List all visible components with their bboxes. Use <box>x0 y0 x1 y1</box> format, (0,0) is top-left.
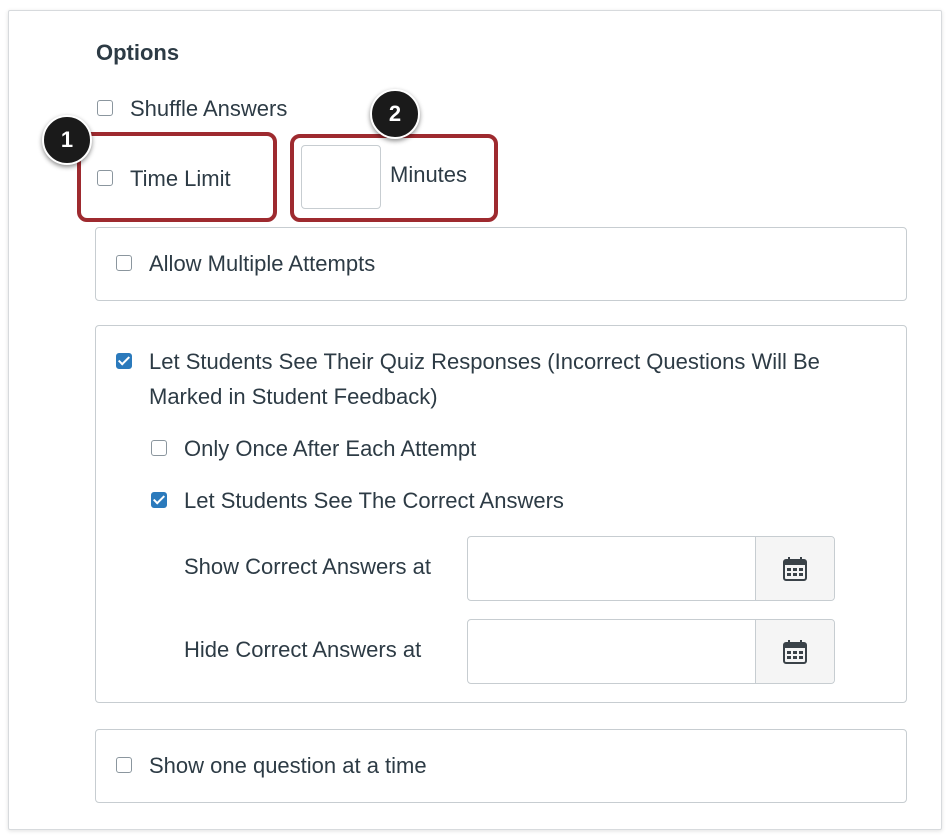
see-responses-label-line1: Let Students See Their Quiz Responses (I… <box>149 349 820 374</box>
shuffle-answers-checkbox[interactable] <box>97 100 113 116</box>
time-limit-minutes-input[interactable] <box>301 145 381 209</box>
see-correct-answers-label: Let Students See The Correct Answers <box>184 488 564 513</box>
options-heading: Options <box>96 40 180 65</box>
hide-correct-answers-date-input[interactable] <box>468 620 755 683</box>
hide-correct-answers-date-group <box>467 619 835 684</box>
allow-multiple-attempts-checkbox[interactable] <box>116 255 132 271</box>
callout-badge-2: 2 <box>370 89 420 139</box>
show-correct-calendar-button[interactable] <box>755 537 834 600</box>
one-question-checkbox[interactable] <box>116 757 132 773</box>
only-once-label: Only Once After Each Attempt <box>184 436 477 461</box>
see-correct-answers-checkbox[interactable] <box>151 492 167 508</box>
calendar-icon <box>783 556 807 581</box>
shuffle-answers-label: Shuffle Answers <box>130 96 288 121</box>
show-correct-answers-date-group <box>467 536 835 601</box>
hide-correct-answers-label: Hide Correct Answers at <box>184 637 422 662</box>
show-correct-answers-date-input[interactable] <box>468 537 755 600</box>
show-correct-answers-label: Show Correct Answers at <box>184 554 431 579</box>
one-question-label: Show one question at a time <box>149 753 427 778</box>
only-once-checkbox[interactable] <box>151 440 167 456</box>
allow-multiple-attempts-label: Allow Multiple Attempts <box>149 251 376 276</box>
time-limit-label: Time Limit <box>130 166 231 191</box>
see-responses-label-line2: Marked in Student Feedback) <box>149 384 438 409</box>
minutes-label: Minutes <box>390 162 468 187</box>
time-limit-checkbox[interactable] <box>97 170 113 186</box>
see-responses-checkbox[interactable] <box>116 353 132 369</box>
callout-badge-1: 1 <box>42 115 92 165</box>
hide-correct-calendar-button[interactable] <box>755 620 834 683</box>
calendar-icon <box>783 639 807 664</box>
